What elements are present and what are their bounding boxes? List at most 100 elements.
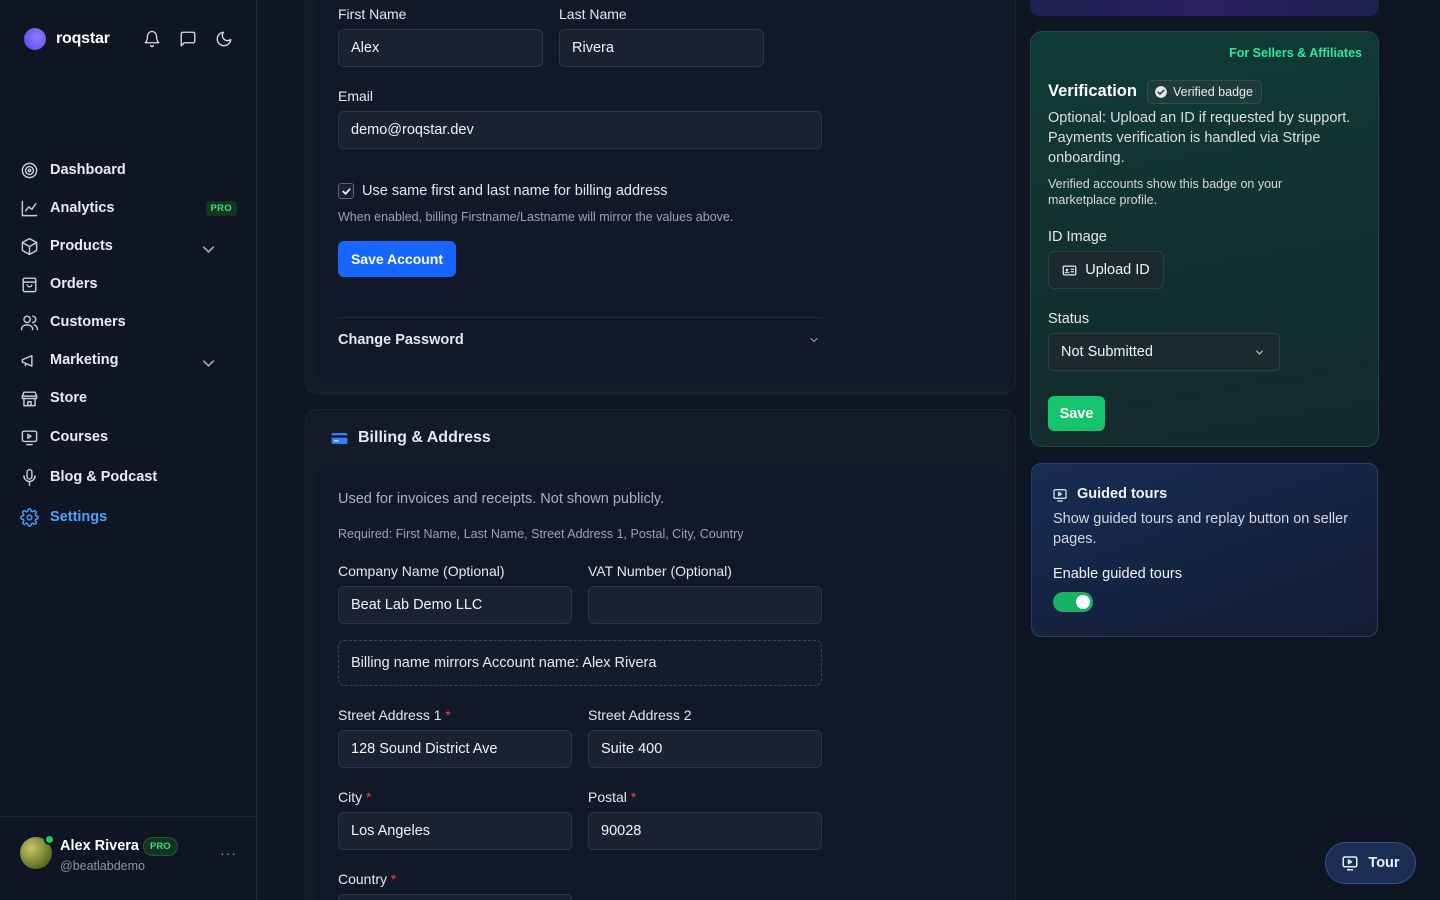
verified-badge-label: Verified badge <box>1173 85 1253 99</box>
required-marker: * <box>390 871 397 887</box>
chevron-down-icon[interactable] <box>199 240 218 259</box>
sidebar-item-label: Blog & Podcast <box>50 469 158 485</box>
verification-save-button[interactable]: Save <box>1048 396 1105 431</box>
save-account-button[interactable]: Save Account <box>338 241 456 277</box>
pro-badge: PRO <box>143 837 178 856</box>
check-icon <box>341 187 351 195</box>
brand[interactable]: roqstar <box>24 28 110 50</box>
chat-icon[interactable] <box>179 30 197 48</box>
sidebar-item-label: Products <box>50 238 113 254</box>
tour-button-label: Tour <box>1368 855 1400 871</box>
presentation-icon <box>1053 489 1067 502</box>
box-icon <box>21 237 38 255</box>
street1-label-text: Street Address 1 <box>338 707 442 723</box>
required-marker: * <box>445 707 451 723</box>
mic-icon <box>23 468 36 486</box>
toggle-knob <box>1076 595 1090 609</box>
status-select[interactable]: Not Submitted <box>1048 333 1280 371</box>
upload-id-button[interactable]: Upload ID <box>1048 251 1164 289</box>
sidebar-item-label: Customers <box>50 314 126 330</box>
last-name-label: Last Name <box>559 6 627 22</box>
company-label: Company Name (Optional) <box>338 563 505 579</box>
chevron-down-icon <box>1256 350 1263 355</box>
sidebar-item-label: Settings <box>50 509 108 525</box>
verification-note: Verified accounts show this badge on you… <box>1048 177 1283 207</box>
sidebar-item-customers[interactable]: Customers <box>20 303 237 341</box>
same-name-label[interactable]: Use same first and last name for billing… <box>362 183 667 199</box>
sidebar-item-label: Dashboard <box>50 162 126 178</box>
analytics-icon <box>21 200 38 216</box>
guided-tours-desc: Show guided tours and replay button on s… <box>1053 511 1349 547</box>
vat-label: VAT Number (Optional) <box>588 563 732 579</box>
bag-icon <box>22 276 37 292</box>
presentation-icon <box>21 429 38 445</box>
megaphone-icon <box>21 354 33 367</box>
verified-check-icon <box>1155 86 1167 98</box>
id-image-label: ID Image <box>1048 229 1107 245</box>
guided-tours-title: Guided tours <box>1077 486 1168 502</box>
chevron-down-icon <box>810 337 818 343</box>
chevron-down-icon[interactable] <box>199 354 218 373</box>
verification-desc: Optional: Upload an ID if requested by s… <box>1048 110 1351 166</box>
sidebar-item-store[interactable]: Store <box>20 379 237 417</box>
same-name-checkbox[interactable] <box>338 183 354 199</box>
company-field[interactable]: Beat Lab Demo LLC <box>338 586 572 624</box>
bell-icon[interactable] <box>143 30 161 48</box>
sidebar-item-orders[interactable]: Orders <box>20 265 237 303</box>
postal-label-text: Postal <box>588 789 627 805</box>
sidebar-item-blog-podcast[interactable]: Blog & Podcast <box>20 457 237 497</box>
profile-panel[interactable]: Alex Rivera PRO @beatlabdemo ··· <box>0 816 256 900</box>
logo-icon <box>24 28 46 50</box>
billing-intro: Used for invoices and receipts. Not show… <box>338 491 665 507</box>
street1-field[interactable]: 128 Sound District Ave <box>338 730 572 768</box>
change-password-toggle[interactable]: Change Password <box>338 318 822 364</box>
sidebar-item-settings[interactable]: Settings <box>20 497 237 537</box>
tour-button[interactable]: Tour <box>1325 842 1416 884</box>
street2-label: Street Address 2 <box>588 707 692 723</box>
gear-icon <box>20 507 39 527</box>
upload-id-label: Upload ID <box>1085 262 1150 278</box>
status-select-value: Not Submitted <box>1061 344 1153 360</box>
sidebar-item-label: Courses <box>50 429 109 445</box>
city-field[interactable]: Los Angeles <box>338 812 572 850</box>
status-label: Status <box>1048 311 1090 327</box>
last-name-field[interactable]: Rivera <box>559 29 764 67</box>
postal-field[interactable]: 90028 <box>588 812 822 850</box>
enable-tours-toggle[interactable] <box>1053 592 1093 612</box>
vat-field[interactable] <box>588 586 822 624</box>
presentation-icon <box>1342 856 1358 871</box>
first-name-field[interactable]: Alex <box>338 29 543 67</box>
billing-required-note: Required: First Name, Last Name, Street … <box>338 527 744 541</box>
enable-tours-label: Enable guided tours <box>1053 566 1182 582</box>
country-label-text: Country <box>338 871 388 887</box>
sidebar-nav: Dashboard Analytics PRO Products Orders … <box>20 151 237 537</box>
email-field[interactable]: demo@roqstar.dev <box>338 111 822 149</box>
profile-name: Alex Rivera <box>60 838 139 854</box>
email-label: Email <box>338 88 374 104</box>
sidebar-item-marketing[interactable]: Marketing <box>20 341 237 379</box>
city-label: City * <box>338 789 371 805</box>
sidebar-item-label: Orders <box>50 276 98 292</box>
postal-label: Postal * <box>588 789 636 805</box>
sidebar-item-products[interactable]: Products <box>20 227 237 265</box>
required-marker: * <box>366 789 372 805</box>
users-icon <box>20 314 39 330</box>
billing-title: Billing & Address <box>358 429 491 446</box>
profile-handle: @beatlabdemo <box>60 859 145 873</box>
more-options-icon[interactable]: ··· <box>220 845 237 861</box>
credit-card-icon <box>331 432 348 445</box>
sidebar-item-dashboard[interactable]: Dashboard <box>20 151 237 189</box>
street2-field[interactable]: Suite 400 <box>588 730 822 768</box>
country-select[interactable] <box>338 894 572 900</box>
sidebar: roqstar Dashboard Analytics PRO Products… <box>0 0 257 900</box>
sidebar-item-courses[interactable]: Courses <box>20 417 237 457</box>
change-password-label: Change Password <box>338 332 464 348</box>
verification-title: Verification <box>1048 82 1137 100</box>
sidebar-item-analytics[interactable]: Analytics PRO <box>20 189 237 227</box>
moon-icon[interactable] <box>215 30 233 48</box>
first-name-label: First Name <box>338 6 407 22</box>
verification-card: For Sellers & Affiliates Verification Ve… <box>1030 31 1379 447</box>
required-marker: * <box>630 789 637 805</box>
promo-card-edge <box>1030 0 1379 16</box>
same-name-help: When enabled, billing Firstname/Lastname… <box>338 210 734 224</box>
